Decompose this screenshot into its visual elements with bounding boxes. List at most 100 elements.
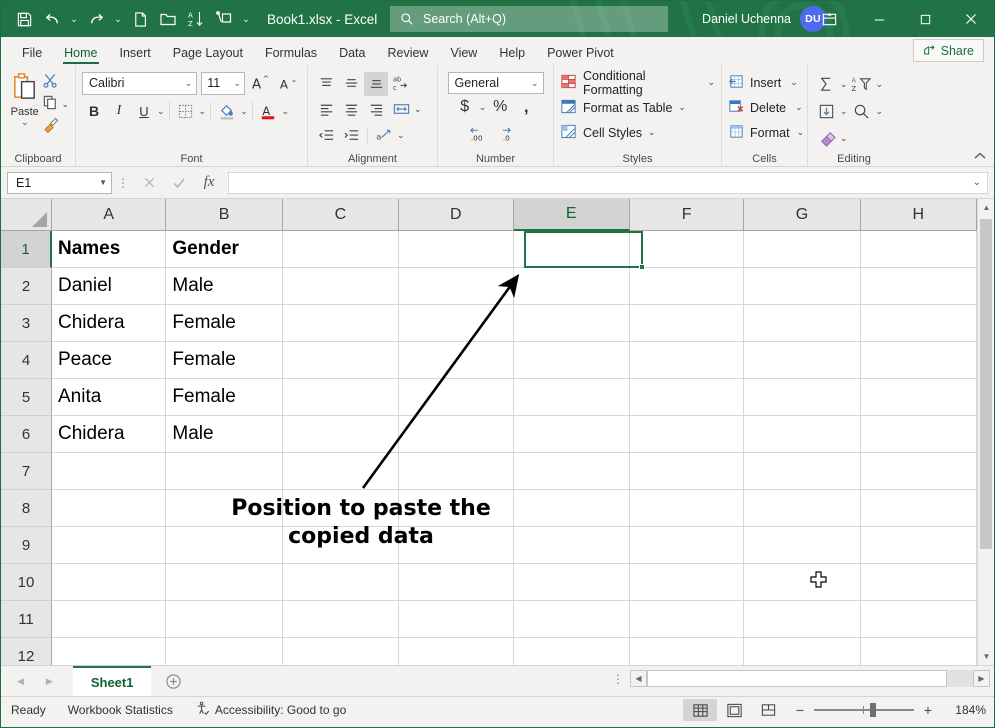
autosum-button[interactable] [814,72,838,96]
cell-H12[interactable] [861,638,977,665]
cell-G5[interactable] [744,379,860,416]
borders-chevron-down-icon[interactable]: ⌄ [199,107,207,116]
zoom-out-button[interactable]: − [795,702,805,718]
paste-chevron-down-icon[interactable]: ⌄ [21,118,29,127]
next-sheet-arrow-icon[interactable]: ▶ [46,676,53,687]
cell-B4[interactable]: Female [166,342,282,379]
cell-A3[interactable]: Chidera [52,305,166,342]
row-header-3[interactable]: 3 [1,305,52,342]
cell-D7[interactable] [399,453,513,490]
cell-G9[interactable] [744,527,860,564]
cell-D12[interactable] [399,638,513,665]
cell-C3[interactable] [283,305,399,342]
cell-F7[interactable] [630,453,744,490]
cell-F5[interactable] [630,379,744,416]
cell-D2[interactable] [399,268,513,305]
cell-styles-chevron-down-icon[interactable]: ⌄ [648,128,656,137]
fill-color-chevron-down-icon[interactable]: ⌄ [240,107,248,116]
quick-access-toolbar[interactable]: ⌄ ⌄ A Z [1,6,253,32]
middle-align-button[interactable] [339,72,363,96]
row-header-6[interactable]: 6 [1,416,52,453]
conditional-formatting-button[interactable]: Conditional Formatting ⌄ [560,71,715,94]
cell-C1[interactable] [283,231,399,268]
cell-H3[interactable] [861,305,977,342]
align-right-button[interactable] [364,98,388,122]
enter-formula-button[interactable] [164,172,194,194]
tab-formulas[interactable]: Formulas [254,44,328,65]
vertical-scrollbar[interactable]: ▲ ▼ [977,199,994,665]
orientation-button[interactable]: a [372,124,396,148]
cell-E11[interactable] [514,601,630,638]
tab-help[interactable]: Help [488,44,536,65]
workbook-statistics-button[interactable]: Workbook Statistics [68,703,173,717]
cell-E4[interactable] [514,342,630,379]
vertical-scroll-thumb[interactable] [980,219,992,549]
number-format-chevron-down-icon[interactable]: ⌄ [531,79,539,88]
customize-qat-chevron-down-icon[interactable]: ⌄ [239,6,253,32]
accounting-chevron-down-icon[interactable]: ⌄ [479,103,487,112]
font-size-input[interactable]: 11 ⌄ [201,72,245,95]
row-header-5[interactable]: 5 [1,379,52,416]
cell-B3[interactable]: Female [166,305,282,342]
sort-and-filter-button[interactable]: A Z [850,72,874,96]
cell-G8[interactable] [744,490,860,527]
wrap-text-button[interactable]: ab c [389,72,413,96]
borders-button[interactable] [174,99,198,123]
cell-B7[interactable] [166,453,282,490]
page-layout-view-button[interactable] [717,699,751,721]
redo-icon[interactable] [83,6,109,32]
tab-file[interactable]: File [11,44,53,65]
close-button[interactable] [948,1,994,37]
row-header-9[interactable]: 9 [1,527,52,564]
underline-button[interactable]: U [132,99,156,123]
merge-and-center-button[interactable] [389,98,413,122]
cell-E3[interactable] [514,305,630,342]
cell-D4[interactable] [399,342,513,379]
cell-D6[interactable] [399,416,513,453]
center-button[interactable] [339,98,363,122]
redo-dropdown-chevron-down-icon[interactable]: ⌄ [111,6,125,32]
find-select-chevron-down-icon[interactable]: ⌄ [876,107,884,116]
row-header-4[interactable]: 4 [1,342,52,379]
column-header-F[interactable]: F [630,199,744,231]
maximize-button[interactable] [902,1,948,37]
cell-C10[interactable] [283,564,399,601]
scroll-up-arrow-icon[interactable]: ▲ [978,199,994,216]
cell-C6[interactable] [283,416,399,453]
orientation-chevron-down-icon[interactable]: ⌄ [397,131,405,140]
format-painter-button[interactable] [42,116,69,137]
fill-handle[interactable] [639,264,645,270]
cell-D3[interactable] [399,305,513,342]
cell-G6[interactable] [744,416,860,453]
horizontal-scroll-track[interactable] [647,670,973,687]
zoom-in-button[interactable]: + [923,702,933,718]
cell-H5[interactable] [861,379,977,416]
insert-chevron-down-icon[interactable]: ⌄ [790,78,798,87]
horizontal-scrollbar[interactable]: ◀ ▶ [630,670,990,687]
row-header-7[interactable]: 7 [1,453,52,490]
cell-H2[interactable] [861,268,977,305]
cell-E2[interactable] [514,268,630,305]
cell-C12[interactable] [283,638,399,665]
top-align-button[interactable] [314,72,338,96]
scroll-left-arrow-icon[interactable]: ◀ [630,670,647,687]
cell-C9[interactable] [283,527,399,564]
zoom-control[interactable]: − + 184% [795,702,986,718]
sort-az-icon[interactable]: A Z [183,6,209,32]
cell-E9[interactable] [514,527,630,564]
cell-D1[interactable] [399,231,513,268]
cell-H4[interactable] [861,342,977,379]
cell-G7[interactable] [744,453,860,490]
cell-styles-button[interactable]: Cell Styles ⌄ [560,121,715,144]
cell-F12[interactable] [630,638,744,665]
font-color-button[interactable]: A [257,99,281,123]
cell-H6[interactable] [861,416,977,453]
number-format-select[interactable]: General ⌄ [448,72,544,94]
cell-F6[interactable] [630,416,744,453]
tab-page-layout[interactable]: Page Layout [162,44,254,65]
cell-D10[interactable] [399,564,513,601]
cell-A4[interactable]: Peace [52,342,166,379]
fill-chevron-down-icon[interactable]: ⌄ [840,107,848,116]
name-box[interactable]: E1 ▼ [7,172,112,194]
cell-E1[interactable] [514,231,630,268]
